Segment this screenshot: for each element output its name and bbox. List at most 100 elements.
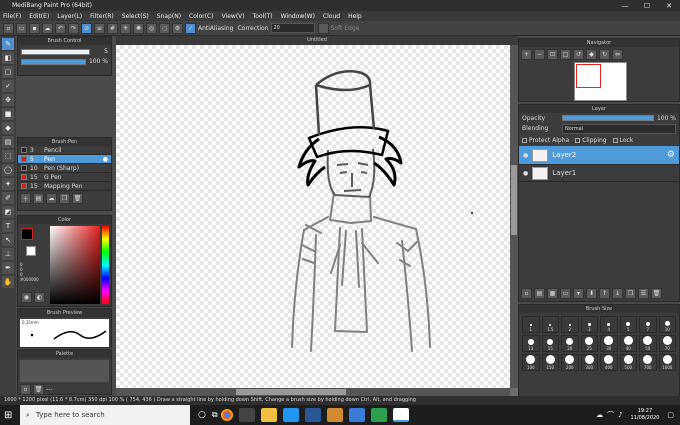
magic-wand-icon[interactable]: ✦: [2, 178, 14, 190]
protect-alpha-checkbox[interactable]: [522, 137, 527, 143]
soft-edge-checkbox[interactable]: [317, 22, 329, 34]
correction-select[interactable]: 20: [270, 23, 315, 33]
new-folder-icon[interactable]: ▭: [560, 288, 571, 299]
brush-size-option[interactable]: 300: [580, 354, 598, 371]
select-rect-icon[interactable]: ⬚: [2, 150, 14, 162]
minimize-button[interactable]: —: [614, 2, 636, 10]
horizontal-scrollbar[interactable]: [116, 388, 510, 396]
horizontal-scroll-thumb[interactable]: [236, 389, 346, 395]
open-file-icon[interactable]: ▭: [16, 22, 27, 34]
brush-size-option[interactable]: 500: [619, 354, 637, 371]
vertical-scroll-thumb[interactable]: [511, 165, 517, 235]
new-halftone-layer-icon[interactable]: ▤: [534, 288, 545, 299]
brush-tool-icon[interactable]: ✎: [2, 38, 14, 50]
brush-size-option[interactable]: 700: [639, 354, 657, 371]
brush-item-pen-sharp[interactable]: 10 Pen (Sharp): [18, 164, 111, 173]
brush-size-option[interactable]: 2: [561, 316, 579, 333]
save-icon[interactable]: ▪: [29, 22, 40, 34]
brush-size-option[interactable]: 30: [600, 335, 618, 352]
select-eraser-icon[interactable]: ◩: [2, 206, 14, 218]
menu-select[interactable]: Select(S): [122, 13, 149, 20]
snap-radial-icon[interactable]: ✺: [133, 22, 144, 34]
add-brush-icon[interactable]: ＋: [20, 193, 31, 204]
brush-size-option[interactable]: 15: [541, 335, 559, 352]
brush-size-option[interactable]: 200: [561, 354, 579, 371]
brush-size-option[interactable]: 20: [561, 335, 579, 352]
brush-item-pen[interactable]: 5 Pen ●: [18, 155, 111, 164]
menu-help[interactable]: Help: [348, 13, 362, 20]
file-explorer-icon[interactable]: [260, 408, 277, 422]
eyedropper-icon[interactable]: ✒: [2, 262, 14, 274]
snap-curve-icon[interactable]: ◌: [159, 22, 170, 34]
menu-color[interactable]: Color(C): [189, 13, 214, 20]
redo-icon[interactable]: ↷: [68, 22, 79, 34]
zoom-fit-icon[interactable]: ⊡: [547, 49, 558, 60]
volume-icon[interactable]: ♪: [618, 411, 622, 419]
notifications-icon[interactable]: ▢: [667, 411, 674, 419]
brush-item-pencil[interactable]: 3 Pencil: [18, 146, 111, 155]
layer-up-icon[interactable]: ↑: [599, 288, 610, 299]
color-saturation-box[interactable]: [50, 226, 100, 304]
layer-row-layer2[interactable]: ● Layer2 ⚙: [519, 146, 679, 165]
menu-snap[interactable]: Snap(N): [157, 13, 181, 20]
duplicate-layer-icon[interactable]: ❐: [625, 288, 636, 299]
brush-copy-icon[interactable]: ❐: [59, 193, 70, 204]
app-icon[interactable]: [238, 408, 255, 422]
brush-size-option[interactable]: 4: [600, 316, 618, 333]
brush-size-option[interactable]: 3: [580, 316, 598, 333]
zoom-in-icon[interactable]: +: [521, 49, 532, 60]
brush-list-icon[interactable]: ▤: [33, 193, 44, 204]
layer-opacity-slider[interactable]: [562, 115, 654, 121]
menu-edit[interactable]: Edit(E): [29, 13, 49, 20]
menu-file[interactable]: File(F): [3, 13, 21, 20]
brush-cloud-icon[interactable]: ☁: [46, 193, 57, 204]
vertical-scrollbar[interactable]: [510, 45, 518, 388]
color-wheel-icon[interactable]: ◉: [21, 292, 32, 303]
brush-size-option[interactable]: 150: [541, 354, 559, 371]
eraser-tool-icon[interactable]: ◧: [2, 52, 14, 64]
select-pen-icon[interactable]: ✐: [2, 192, 14, 204]
move-tool-icon[interactable]: ✥: [2, 94, 14, 106]
brush-size-option[interactable]: 400: [600, 354, 618, 371]
brush-size-option[interactable]: 100: [522, 354, 540, 371]
new-layer-icon[interactable]: ▫: [521, 288, 532, 299]
foreground-color-swatch[interactable]: [21, 228, 33, 240]
canvas-tab[interactable]: Untitled: [116, 36, 518, 45]
word-icon[interactable]: [304, 408, 321, 422]
taskbar-search-box[interactable]: ⌕ Type here to search: [20, 405, 190, 425]
task-view-windows-icon[interactable]: ⧉: [212, 410, 218, 420]
sheets-icon[interactable]: [370, 408, 387, 422]
brush-size-option[interactable]: 50: [639, 335, 657, 352]
fill-shape-icon[interactable]: ■: [2, 108, 14, 120]
brush-size-option[interactable]: 25: [580, 335, 598, 352]
drawing-canvas[interactable]: [116, 45, 510, 388]
color-history-icon[interactable]: ◐: [34, 292, 45, 303]
rotate-reset-icon[interactable]: ◆: [586, 49, 597, 60]
rotate-left-icon[interactable]: ↺: [573, 49, 584, 60]
brush-opacity-slider[interactable]: [21, 58, 86, 65]
medibang-taskbar-icon[interactable]: [392, 408, 409, 422]
snap-settings-icon[interactable]: ⚙: [172, 22, 183, 34]
brush-item-g-pen[interactable]: 15 G Pen: [18, 173, 111, 182]
navigator-preview[interactable]: [574, 62, 627, 101]
divide-tool-icon[interactable]: ⊥: [2, 248, 14, 260]
visibility-eye-icon[interactable]: ●: [523, 152, 528, 159]
snap-circle-icon[interactable]: ◎: [146, 22, 157, 34]
rotate-right-icon[interactable]: ↻: [599, 49, 610, 60]
brush-size-option[interactable]: 70: [658, 335, 676, 352]
palette-add-icon[interactable]: ▫: [20, 384, 31, 395]
wifi-icon[interactable]: ⌒: [607, 410, 614, 420]
chrome-icon[interactable]: [220, 409, 233, 421]
brush-size-option[interactable]: 7: [639, 316, 657, 333]
clipping-checkbox[interactable]: [575, 137, 581, 143]
book-icon[interactable]: [326, 408, 343, 422]
zoom-actual-icon[interactable]: □: [560, 49, 571, 60]
gradient-tool-icon[interactable]: ▤: [2, 136, 14, 148]
new-file-icon[interactable]: ▫: [3, 22, 14, 34]
menu-cloud[interactable]: Cloud: [323, 13, 340, 20]
zoom-out-icon[interactable]: −: [534, 49, 545, 60]
flip-icon[interactable]: ⇔: [612, 49, 623, 60]
layer-down-icon[interactable]: ↓: [612, 288, 623, 299]
brush-size-option[interactable]: 1.5: [541, 316, 559, 333]
new-8bit-layer-icon[interactable]: ▦: [547, 288, 558, 299]
